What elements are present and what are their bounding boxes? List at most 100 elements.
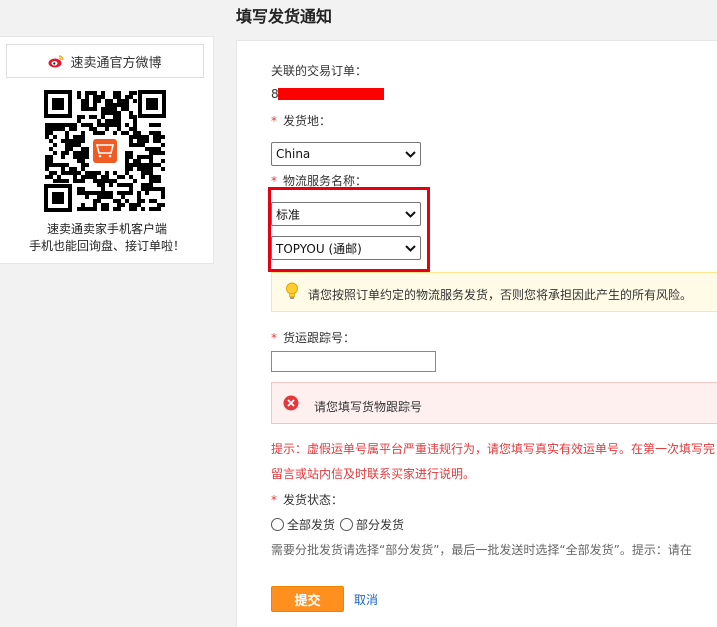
qr-module [113,123,117,127]
qr-module [113,91,117,95]
qr-module [117,123,121,127]
qr-module [101,107,105,111]
qr-module [65,143,69,147]
qr-module [121,99,125,103]
qr-module [85,151,89,155]
qr-module [65,131,69,135]
qr-code-image [44,90,166,212]
qr-module [149,183,153,187]
qr-module [85,171,89,175]
qr-module [101,195,105,199]
qr-module [133,131,137,135]
qr-module [113,119,117,123]
qr-module [77,115,81,119]
qr-module [153,175,157,179]
qr-module [93,191,97,195]
qr-module [125,191,129,195]
qr-module [69,123,73,127]
qr-module [145,163,149,167]
qr-module [45,135,49,139]
qr-module [113,179,117,183]
fake-tracking-warning-line2: 留言或站内信及时联系买家进行说明。 [271,467,476,481]
submit-button[interactable]: 提交 [271,586,344,612]
qr-module [53,143,57,147]
qr-module [161,195,165,199]
qr-module [93,103,97,107]
qr-module [149,147,153,151]
qr-module [113,131,117,135]
qr-module [145,139,149,143]
qr-module [137,195,141,199]
cancel-link[interactable]: 取消 [354,591,378,608]
qr-module [65,171,69,175]
qr-module [145,171,149,175]
qr-module [69,139,73,143]
qr-module [81,187,85,191]
qr-module [121,183,125,187]
qr-module [93,91,97,95]
radio-circle[interactable] [340,518,353,531]
qr-module [81,191,85,195]
qr-module [105,203,109,207]
qr-module [65,151,69,155]
qr-module [133,115,137,119]
qr-module [141,183,145,187]
qr-module [61,163,65,167]
status-full-radio[interactable]: 全部发货 [271,516,335,533]
qr-module [73,179,77,183]
qr-module [141,199,145,203]
qr-module [105,179,109,183]
qr-module [117,95,121,99]
radio-circle[interactable] [271,518,284,531]
promo-text-line1: 速卖通卖家手机客户端 [46,222,167,236]
qr-module [81,155,85,159]
qr-module [109,103,113,107]
qr-module [45,175,49,179]
qr-module [81,135,85,139]
qr-module [45,159,49,163]
qr-module [149,175,153,179]
status-partial-radio[interactable]: 部分发货 [340,516,404,533]
qr-module [101,131,105,135]
qr-module [153,123,157,127]
qr-module [153,151,157,155]
qr-module [81,175,85,179]
qr-module [157,151,161,155]
qr-module [61,123,65,127]
qr-module [85,91,89,95]
tracking-number-input[interactable] [271,351,436,372]
qr-module [61,167,65,171]
qr-module [73,151,77,155]
weibo-link[interactable]: 速卖通官方微博 [6,44,204,78]
qr-module [133,119,137,123]
ship-from-select[interactable]: China [271,142,421,166]
qr-module [129,111,133,115]
qr-module [77,119,81,123]
qr-module [85,99,89,103]
qr-module [97,199,101,203]
qr-module [105,175,109,179]
qr-module [109,119,113,123]
qr-module [101,183,105,187]
qr-module [61,155,65,159]
qr-module [149,131,153,135]
qr-module [65,163,69,167]
qr-module [113,171,117,175]
qr-module [93,175,97,179]
qr-module [161,159,165,163]
qr-module [69,171,73,175]
qr-module [153,147,157,151]
qr-module [133,91,137,95]
qr-module [141,139,145,143]
qr-module [93,199,97,203]
qr-module [129,151,133,155]
qr-module [129,143,133,147]
qr-module [101,175,105,179]
qr-module [129,155,133,159]
qr-module [53,123,57,127]
qr-module [145,191,149,195]
qr-module [121,103,125,107]
qr-module [81,163,85,167]
qr-module [77,159,81,163]
qr-module [105,195,109,199]
